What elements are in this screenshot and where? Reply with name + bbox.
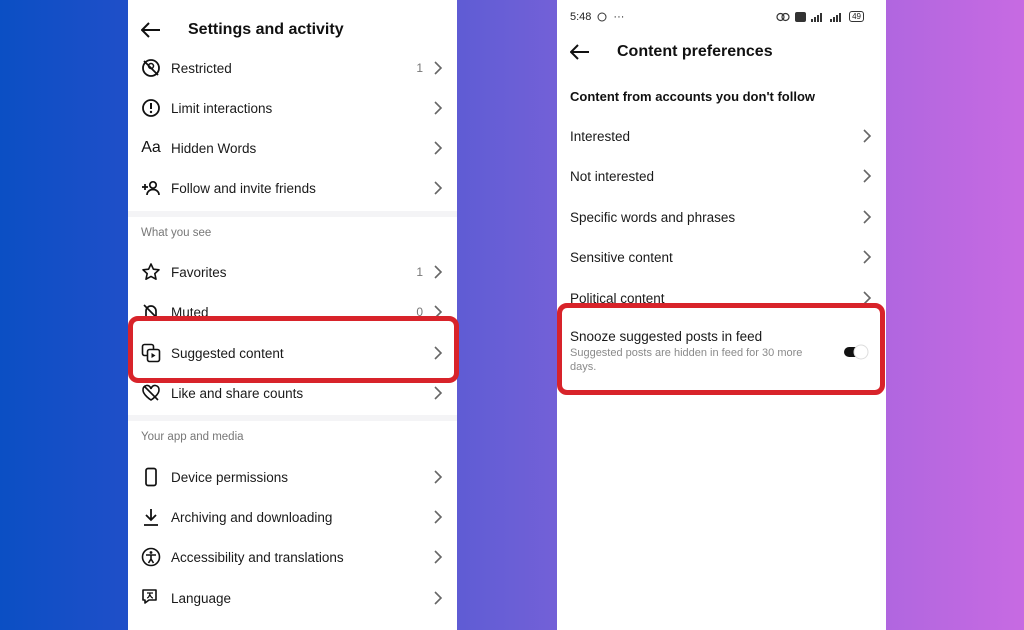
- section-heading: Content from accounts you don't follow: [570, 89, 816, 104]
- hidden-words-icon: Aa: [141, 139, 161, 156]
- chevron-right-icon: [863, 250, 872, 264]
- chevron-right-icon: [434, 265, 443, 279]
- chevron-right-icon: [434, 386, 443, 400]
- phone-icon: [140, 466, 162, 488]
- chevron-right-icon: [863, 210, 872, 224]
- page-title: Settings and activity: [188, 21, 344, 38]
- row-label: Language: [171, 590, 232, 606]
- row-count: 1: [416, 61, 423, 75]
- section-divider: [128, 211, 457, 217]
- heart-off-icon: [140, 382, 162, 404]
- row-not-interested[interactable]: Not interested: [557, 156, 886, 196]
- chevron-right-icon: [434, 510, 443, 524]
- muted-icon: [140, 301, 162, 323]
- row-label: Not interested: [570, 168, 655, 184]
- chevron-right-icon: [434, 141, 443, 155]
- section-divider: [128, 415, 457, 421]
- accessibility-icon: [140, 546, 162, 568]
- row-suggested-content[interactable]: Suggested content: [128, 333, 457, 373]
- status-bar-right: 49: [776, 11, 864, 22]
- language-icon: [140, 587, 162, 609]
- header: Settings and activity: [128, 18, 457, 42]
- status-time: 5:48: [570, 11, 592, 23]
- chevron-right-icon: [863, 129, 872, 143]
- row-label: Follow and invite friends: [171, 180, 316, 196]
- row-label: Interested: [570, 128, 631, 144]
- chevron-right-icon: [434, 550, 443, 564]
- chevron-right-icon: [434, 305, 443, 319]
- hd-icon: [795, 11, 807, 22]
- row-label: Political content: [570, 290, 665, 306]
- signal-4g-icon: [830, 12, 842, 22]
- row-label: Restricted: [171, 60, 232, 76]
- row-limit-interactions[interactable]: Limit interactions: [128, 88, 457, 128]
- row-count: 1: [416, 265, 423, 279]
- add-person-icon: [140, 177, 162, 199]
- row-label: Suggested content: [171, 345, 284, 361]
- row-count: 0: [416, 305, 423, 319]
- chevron-right-icon: [434, 181, 443, 195]
- row-like-share-counts[interactable]: Like and share counts: [128, 373, 457, 413]
- battery-indicator: 49: [849, 11, 864, 22]
- back-button[interactable]: [569, 41, 591, 63]
- row-language[interactable]: Language: [128, 578, 457, 618]
- chevron-right-icon: [434, 470, 443, 484]
- more-icon: ···: [613, 11, 625, 23]
- settings-activity-screen: Settings and activity Restricted 1 Limit…: [128, 0, 457, 630]
- link-icon: [776, 12, 790, 21]
- whatsapp-icon: [597, 12, 607, 22]
- section-heading-app-media: Your app and media: [141, 431, 244, 443]
- chevron-right-icon: [863, 169, 872, 183]
- snooze-title: Snooze suggested posts in feed: [570, 329, 763, 344]
- star-icon: [140, 261, 162, 283]
- limit-icon: [140, 97, 162, 119]
- row-restricted[interactable]: Restricted 1: [128, 48, 457, 88]
- row-accessibility[interactable]: Accessibility and translations: [128, 537, 457, 577]
- row-label: Hidden Words: [171, 140, 257, 156]
- row-muted[interactable]: Muted 0: [128, 292, 457, 332]
- row-follow-invite[interactable]: Follow and invite friends: [128, 168, 457, 208]
- row-label: Limit interactions: [171, 100, 273, 116]
- restricted-icon: [140, 57, 162, 79]
- chevron-right-icon: [434, 61, 443, 75]
- row-hidden-words[interactable]: Aa Hidden Words: [128, 128, 457, 168]
- chevron-right-icon: [434, 591, 443, 605]
- suggested-content-icon: [140, 342, 162, 364]
- row-label: Specific words and phrases: [570, 209, 736, 225]
- page-title: Content preferences: [617, 43, 773, 60]
- row-sensitive-content[interactable]: Sensitive content: [557, 237, 886, 277]
- row-label: Sensitive content: [570, 249, 673, 265]
- chevron-right-icon: [863, 291, 872, 305]
- signal-icon: [811, 12, 823, 22]
- row-archiving-downloading[interactable]: Archiving and downloading: [128, 497, 457, 537]
- download-icon: [140, 506, 162, 528]
- row-favorites[interactable]: Favorites 1: [128, 252, 457, 292]
- back-button[interactable]: [140, 19, 162, 41]
- content-preferences-screen: 5:48 ··· 49 Content preferences Content …: [557, 0, 886, 630]
- chevron-right-icon: [434, 346, 443, 360]
- row-label: Like and share counts: [171, 385, 304, 401]
- row-label: Device permissions: [171, 469, 289, 485]
- row-label: Accessibility and translations: [171, 549, 344, 565]
- row-device-permissions[interactable]: Device permissions: [128, 457, 457, 497]
- row-interested[interactable]: Interested: [557, 116, 886, 156]
- status-bar-left: 5:48 ···: [570, 11, 624, 23]
- snooze-row[interactable]: Snooze suggested posts in feed Suggested…: [557, 308, 886, 388]
- snooze-description: Suggested posts are hidden in feed for 3…: [570, 347, 803, 373]
- chevron-right-icon: [434, 101, 443, 115]
- section-heading-what-you-see: What you see: [141, 227, 212, 239]
- snooze-toggle[interactable]: [843, 344, 869, 360]
- row-label: Archiving and downloading: [171, 509, 333, 525]
- header: Content preferences: [557, 40, 886, 64]
- row-label: Favorites: [171, 264, 227, 280]
- row-specific-words[interactable]: Specific words and phrases: [557, 197, 886, 237]
- row-label: Muted: [171, 304, 209, 320]
